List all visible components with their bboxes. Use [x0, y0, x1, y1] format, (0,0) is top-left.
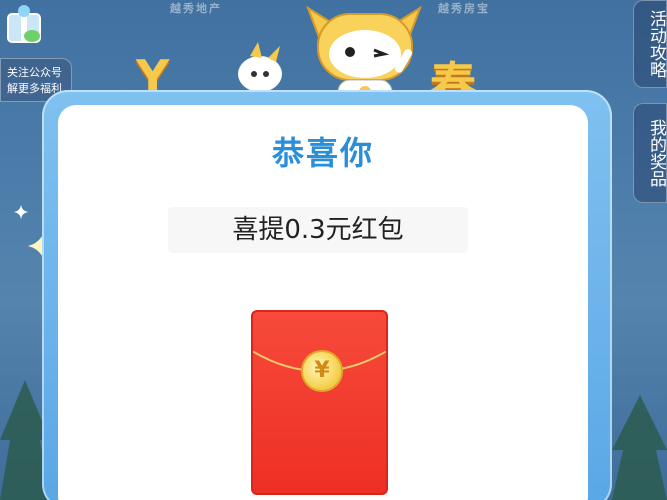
- small-sparkle-icon: [14, 205, 28, 219]
- tree-right-icon: [612, 395, 667, 500]
- follow-account-line1: 关注公众号: [7, 66, 62, 79]
- yuan-coin-icon: ¥: [301, 350, 343, 392]
- prize-text: 喜提0.3元红包: [168, 207, 468, 253]
- brand-right: 越秀房宝: [438, 2, 490, 15]
- gift-icon: [7, 5, 41, 43]
- envelope-flap: [253, 350, 386, 372]
- brand-left: 越秀地产: [170, 2, 222, 15]
- activity-guide-button[interactable]: 活动攻略: [633, 0, 667, 88]
- red-envelope[interactable]: ¥: [251, 310, 388, 495]
- modal-title: 恭喜你: [271, 134, 374, 172]
- my-prizes-button[interactable]: 我的奖品: [633, 103, 667, 203]
